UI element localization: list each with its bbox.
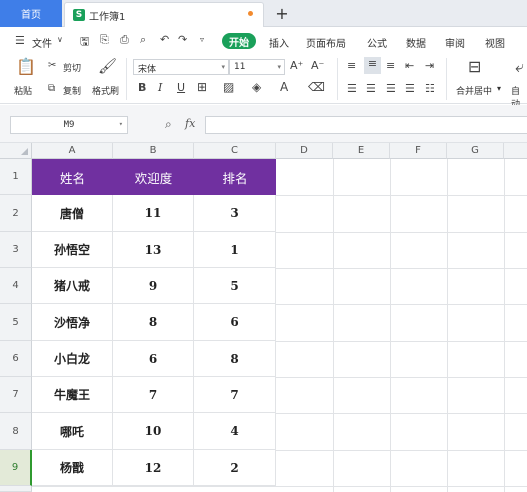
tab-home[interactable]: 首页 [0, 0, 62, 27]
menu-formulas[interactable]: 公式 [367, 35, 387, 50]
borders-icon[interactable]: ⊞ [197, 80, 207, 94]
undo-icon[interactable]: ↶ [160, 33, 169, 46]
new-tab-button[interactable]: + [272, 2, 292, 24]
distribute-icon[interactable]: ☷ [425, 82, 435, 95]
bold-button[interactable]: B [138, 81, 146, 94]
name-box[interactable]: M9 ▾ [10, 116, 128, 134]
ribbon-toolbar: 📋 粘贴 ✂ 剪切 ⧉ 复制 🖌 格式刷 宋体 ▾ 11 ▾ A⁺ A⁻ B I… [0, 54, 527, 110]
chevron-down-icon: ▾ [118, 120, 123, 128]
wrap-text-icon[interactable]: ⤶ [515, 57, 524, 77]
formula-bar: M9 ▾ ⌕ fx [0, 105, 527, 143]
align-right-icon[interactable]: ☰ [386, 82, 396, 95]
justify-icon[interactable]: ☰ [405, 82, 415, 95]
menu-file[interactable]: 文件 [32, 35, 52, 50]
menu-page-layout[interactable]: 页面布局 [306, 35, 346, 50]
paste-icon[interactable]: 📋 [16, 57, 36, 76]
format-painter-icon[interactable]: 🖌 [98, 57, 117, 75]
print-icon[interactable]: ⎙ [120, 33, 129, 47]
chevron-down-icon: ▾ [221, 63, 225, 71]
merge-center-button[interactable]: 合并居中 [456, 84, 492, 97]
font-name-value: 宋体 [138, 65, 157, 75]
italic-button[interactable]: I [158, 81, 162, 94]
redo-icon[interactable]: ↷ [178, 33, 187, 46]
cell-reference: M9 [63, 120, 75, 130]
align-middle-icon[interactable]: ≡ [364, 57, 381, 74]
align-top-icon[interactable]: ≡ [347, 59, 356, 72]
clear-format-icon[interactable]: ⌫ [308, 80, 325, 94]
format-painter-button[interactable]: 格式刷 [92, 84, 119, 97]
align-bottom-icon[interactable]: ≡ [386, 59, 395, 72]
increase-indent-icon[interactable]: ⇥ [425, 59, 434, 72]
fill-pattern-icon[interactable]: ▨ [223, 80, 234, 94]
cut-button[interactable]: 剪切 [63, 61, 81, 74]
menu-bar: ☰ 文件 ∨ 🖫 ⎘ ⎙ ⌕ ↶ ↷ ▿ 开始 插入 页面布局 公式 数据 审阅… [0, 28, 527, 54]
menu-review[interactable]: 审阅 [445, 35, 465, 50]
increase-font-icon[interactable]: A⁺ [290, 59, 303, 72]
copy-icon[interactable]: ⧉ [48, 83, 55, 94]
quick-access-dropdown-icon[interactable]: ▿ [200, 35, 204, 44]
fx-icon[interactable]: fx [185, 117, 195, 130]
chevron-down-icon[interactable]: ∨ [57, 35, 63, 44]
ribbon-divider [126, 58, 127, 100]
menu-view[interactable]: 视图 [485, 35, 505, 50]
grid-lines [32, 159, 527, 492]
fill-color-icon[interactable]: ◈ [252, 80, 261, 94]
font-size-select[interactable]: 11 ▾ [229, 59, 285, 75]
zoom-lookup-icon[interactable]: ⌕ [165, 117, 172, 132]
menu-data[interactable]: 数据 [406, 35, 426, 50]
font-color-icon[interactable]: A [280, 80, 288, 94]
unsaved-dot-icon [248, 11, 253, 16]
paste-button[interactable]: 粘贴 [14, 84, 32, 97]
tab-bar: 首页 S 工作簿1 + [0, 0, 527, 27]
underline-button[interactable]: U [177, 81, 185, 94]
chevron-down-icon: ▾ [277, 63, 281, 71]
tab-workbook-label: 工作簿1 [89, 11, 126, 23]
menu-insert[interactable]: 插入 [269, 35, 289, 50]
formula-input[interactable] [205, 116, 527, 134]
align-center-icon[interactable]: ☰ [366, 82, 376, 95]
hamburger-menu-icon[interactable]: ☰ [15, 34, 25, 47]
decrease-indent-icon[interactable]: ⇤ [405, 59, 414, 72]
save-icon[interactable]: 🖫 [80, 33, 89, 52]
chevron-down-icon[interactable]: ▾ [497, 84, 501, 93]
font-size-value: 11 [234, 62, 246, 72]
ribbon-divider [337, 58, 338, 100]
spreadsheet-icon: S [73, 9, 85, 21]
copy-button[interactable]: 复制 [63, 84, 81, 97]
cut-icon[interactable]: ✂ [48, 60, 56, 71]
merge-center-icon[interactable]: ⊟ [468, 57, 481, 76]
export-icon[interactable]: ⎘ [100, 33, 109, 47]
print-preview-icon[interactable]: ⌕ [140, 33, 146, 47]
ribbon-divider [446, 58, 447, 100]
tab-start[interactable]: 开始 [222, 33, 256, 49]
tab-workbook[interactable]: S 工作簿1 [64, 2, 264, 27]
spreadsheet-grid: A B C D E F G 1 2 3 4 5 6 7 8 9 姓名 欢迎度 排… [0, 143, 527, 492]
decrease-font-icon[interactable]: A⁻ [311, 59, 324, 72]
font-name-select[interactable]: 宋体 ▾ [133, 59, 229, 75]
align-left-icon[interactable]: ☰ [347, 82, 357, 95]
